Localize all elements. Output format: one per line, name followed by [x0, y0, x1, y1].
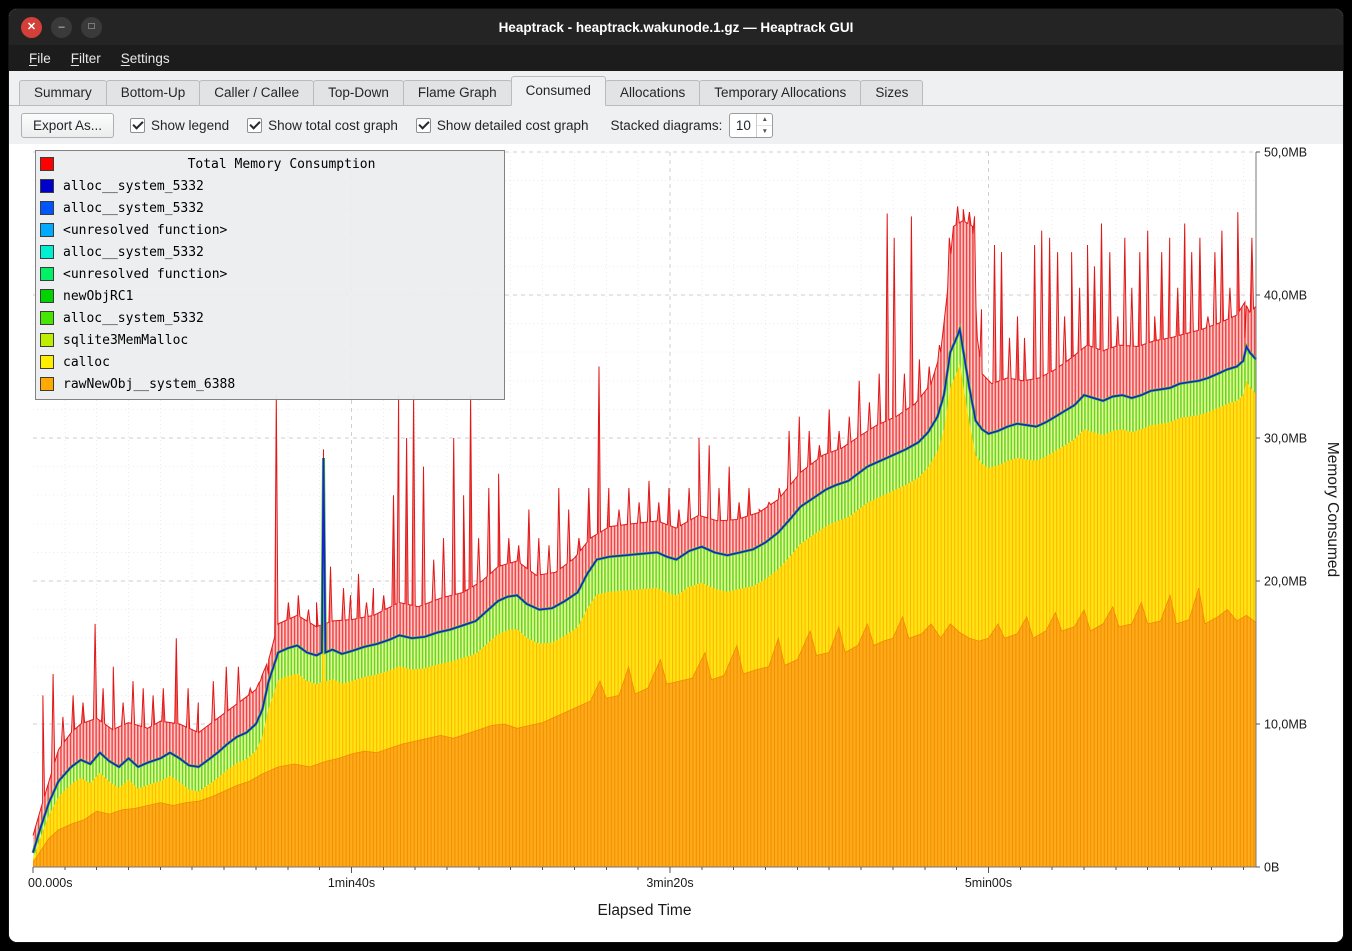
tab[interactable]: Consumed	[511, 76, 606, 106]
show-option-checkbox[interactable]: Show detailed cost graph	[416, 118, 589, 133]
legend-title-row: Total Memory Consumption	[40, 153, 500, 175]
legend-item: alloc__system_5332	[40, 175, 500, 197]
checkbox-group: Show legend Show total cost graph Show d…	[130, 118, 589, 133]
show-option-checkbox[interactable]: Show legend	[130, 118, 229, 133]
close-icon: ✕	[27, 22, 36, 33]
window-controls: ✕ – □	[21, 9, 102, 45]
close-button[interactable]: ✕	[21, 17, 42, 38]
legend-item: sqlite3MemMalloc	[40, 329, 500, 351]
svg-text:20,0MB: 20,0MB	[1264, 575, 1307, 589]
svg-text:5min00s: 5min00s	[965, 876, 1012, 890]
legend-item: alloc__system_5332	[40, 307, 500, 329]
show-option-checkbox[interactable]: Show total cost graph	[247, 118, 398, 133]
tab[interactable]: Temporary Allocations	[699, 80, 861, 105]
svg-text:Memory Consumed: Memory Consumed	[1324, 442, 1341, 577]
svg-text:00.000s: 00.000s	[28, 876, 72, 890]
legend-item: calloc	[40, 351, 500, 373]
legend-item: alloc__system_5332	[40, 241, 500, 263]
toolbar: Export As... Show legend Show total cost…	[9, 106, 1343, 144]
stacked-diagrams-spinbox[interactable]: 10 ▲ ▼	[729, 113, 773, 138]
menu-item[interactable]: Settings	[111, 48, 180, 69]
legend-swatch	[40, 223, 54, 237]
chart-area: 0B 10,0MB 20,0MB 30,0MB 40,0MB 50,0MB 00.000s 1…	[9, 144, 1343, 942]
svg-text:3min20s: 3min20s	[646, 876, 693, 890]
check-icon	[132, 118, 143, 129]
app-window: ✕ – □ Heaptrack - heaptrack.wakunode.1.g…	[8, 8, 1344, 943]
legend-item: <unresolved function>	[40, 263, 500, 285]
spinbox-buttons: ▲ ▼	[756, 114, 772, 137]
menu-item[interactable]: File	[19, 48, 61, 69]
legend-swatch	[40, 201, 54, 215]
tab[interactable]: Allocations	[605, 80, 700, 105]
check-icon	[418, 118, 429, 129]
minimize-button[interactable]: –	[51, 17, 72, 38]
tab[interactable]: Top-Down	[313, 80, 404, 105]
minimize-icon: –	[58, 22, 64, 33]
svg-text:10,0MB: 10,0MB	[1264, 718, 1307, 732]
title-bar[interactable]: ✕ – □ Heaptrack - heaptrack.wakunode.1.g…	[9, 9, 1343, 45]
stacked-diagrams-label: Stacked diagrams:	[611, 118, 723, 133]
spinbox-down-button[interactable]: ▼	[757, 126, 772, 137]
svg-text:40,0MB: 40,0MB	[1264, 289, 1307, 303]
svg-text:30,0MB: 30,0MB	[1264, 432, 1307, 446]
legend-swatch	[40, 179, 54, 193]
menu-bar: FileFilterSettings	[9, 45, 1343, 71]
maximize-button[interactable]: □	[81, 17, 102, 38]
tab-bar: SummaryBottom-UpCaller / CalleeTop-DownF…	[9, 71, 1343, 106]
legend-swatch	[40, 311, 54, 325]
legend-rows: alloc__system_5332 alloc__system_5332 <u…	[40, 175, 500, 395]
tab[interactable]: Caller / Callee	[199, 80, 314, 105]
checkbox-box[interactable]	[416, 118, 431, 133]
tab[interactable]: Sizes	[860, 80, 923, 105]
legend-swatch	[40, 289, 54, 303]
legend-item: newObjRC1	[40, 285, 500, 307]
svg-text:0B: 0B	[1264, 861, 1279, 875]
legend-title: Total Memory Consumption	[63, 157, 500, 172]
legend-swatch-total	[40, 157, 54, 171]
tab[interactable]: Flame Graph	[403, 80, 512, 105]
maximize-icon: □	[88, 22, 94, 32]
legend-swatch	[40, 245, 54, 259]
window-title: Heaptrack - heaptrack.wakunode.1.gz — He…	[499, 20, 854, 35]
legend-item: <unresolved function>	[40, 219, 500, 241]
legend-item: rawNewObj__system_6388	[40, 373, 500, 395]
legend-swatch	[40, 377, 54, 391]
chart-legend: Total Memory Consumption alloc__system_5…	[35, 150, 505, 400]
svg-text:50,0MB: 50,0MB	[1264, 146, 1307, 160]
check-icon	[249, 118, 260, 129]
legend-swatch	[40, 267, 54, 281]
export-as-button[interactable]: Export As...	[21, 113, 114, 138]
checkbox-box[interactable]	[247, 118, 262, 133]
spinbox-up-button[interactable]: ▲	[757, 114, 772, 126]
spinbox-value[interactable]: 10	[730, 114, 756, 137]
legend-swatch	[40, 333, 54, 347]
tab[interactable]: Summary	[19, 80, 107, 105]
checkbox-box[interactable]	[130, 118, 145, 133]
tab[interactable]: Bottom-Up	[106, 80, 201, 105]
svg-text:Elapsed Time: Elapsed Time	[598, 902, 692, 919]
svg-text:1min40s: 1min40s	[328, 876, 375, 890]
menu-item[interactable]: Filter	[61, 48, 111, 69]
legend-swatch	[40, 355, 54, 369]
stacked-diagrams-control: Stacked diagrams: 10 ▲ ▼	[611, 113, 774, 138]
legend-item: alloc__system_5332	[40, 197, 500, 219]
